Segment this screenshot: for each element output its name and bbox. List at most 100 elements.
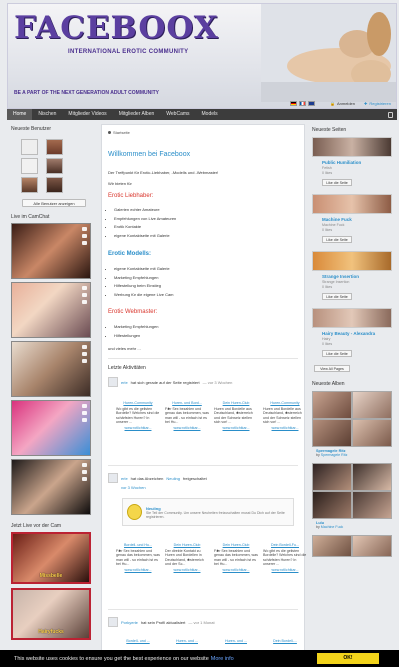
album-image[interactable]: [352, 491, 392, 519]
album-collage[interactable]: [312, 463, 394, 519]
activity-card[interactable]: Dein Bordell-Fu... Wo gibt es die geilst…: [263, 543, 307, 573]
breadcrumb-home[interactable]: Startseite: [113, 130, 130, 135]
cookie-text: This website uses cookies to ensure you …: [14, 655, 209, 662]
heart-icon: [82, 418, 87, 422]
live-camchat-title: Live im CamChat: [11, 214, 50, 220]
album-image[interactable]: [312, 491, 352, 519]
activity-card[interactable]: Dein Huren-Club Huren und Bordelle aus D…: [214, 401, 258, 431]
activity-card[interactable]: Huren- und ...: [165, 639, 209, 645]
cam-thumbnail[interactable]: [11, 400, 91, 456]
user-avatar[interactable]: [46, 177, 63, 193]
activity-user-link[interactable]: erle: [121, 476, 128, 481]
cam-thumbnail[interactable]: [11, 223, 91, 279]
divider: [108, 358, 298, 359]
newest-albums-title: Neueste Alben: [312, 381, 345, 387]
user-avatar[interactable]: [108, 617, 118, 627]
flag-fr-icon[interactable]: [299, 101, 306, 106]
live-cam-name: Missbelle: [39, 573, 63, 579]
more-text: und vieles mehr ...: [108, 346, 141, 351]
activity-item: Porkyerle hat sein Profil aktualisiert —…: [108, 617, 215, 627]
user-avatar[interactable]: [21, 177, 38, 193]
album-image[interactable]: [352, 535, 392, 557]
album-image[interactable]: [352, 419, 392, 447]
user-avatar[interactable]: [46, 158, 63, 174]
page-cover-image[interactable]: [312, 251, 392, 271]
page-title-link[interactable]: Public Humiliation: [322, 160, 394, 165]
album-image[interactable]: [352, 463, 392, 491]
album-collage[interactable]: [312, 391, 394, 447]
main-content: Startseite Willkommen bei Faceboox Der T…: [101, 124, 307, 654]
user-avatar[interactable]: [21, 139, 38, 155]
activity-user-link[interactable]: Porkyerle: [121, 620, 138, 625]
user-avatar[interactable]: [46, 139, 63, 155]
activity-card[interactable]: Dein Bordell-...: [263, 639, 307, 645]
activity-user-link[interactable]: erle: [121, 380, 128, 385]
album-image[interactable]: [312, 535, 352, 557]
breadcrumb: Startseite: [108, 130, 130, 135]
view-all-pages-button[interactable]: View All Pages: [314, 365, 350, 372]
webmaster-list: Marketing Empfehlungen Hilfestellungen: [114, 323, 158, 340]
nav-webcams[interactable]: WebCams: [160, 109, 195, 120]
activities-title: Letzte Aktivitäten: [108, 365, 146, 371]
nav-member-albums[interactable]: Mitglieder Alben: [113, 109, 161, 120]
live-cam-thumbnail[interactable]: Missbelle: [11, 532, 91, 584]
cam-thumbnail[interactable]: [11, 282, 91, 338]
page-cover-image[interactable]: [312, 194, 392, 214]
album-image[interactable]: [312, 419, 352, 447]
activity-cards: Bordell- und ... Huren- und ... Huren- u…: [116, 639, 307, 645]
like-page-button[interactable]: Like die Seite: [322, 293, 352, 300]
page-cover-image[interactable]: [312, 137, 392, 157]
page-title-link[interactable]: Hairy Beauty - Alexandra: [322, 331, 394, 336]
page-title-link[interactable]: Machine Fuck: [322, 217, 394, 222]
nav-member-videos[interactable]: Mitglieder Videos: [62, 109, 112, 120]
cookie-more-info-link[interactable]: More info: [211, 656, 234, 662]
activity-card[interactable]: Huren-Community Wo gibt es die geilsten …: [116, 401, 160, 431]
activity-item: erle hat sich gerade auf der Seite regis…: [108, 377, 232, 387]
nav-home[interactable]: Home: [7, 109, 33, 120]
album-image[interactable]: [352, 391, 392, 419]
cam-thumbnail[interactable]: [11, 341, 91, 397]
activity-time: vor 3 Wochen: [121, 485, 146, 490]
live-cam-thumbnail[interactable]: Hairyfucks: [11, 588, 91, 640]
like-page-button[interactable]: Like die Seite: [322, 350, 352, 357]
site-logo[interactable]: FACEBOOX: [14, 10, 219, 46]
activity-item: erle hat das Abzeichen Neuling freigesch…: [108, 473, 207, 483]
activity-card[interactable]: Dein Huren-Club Der direkte Kontakt zu H…: [165, 543, 209, 573]
activity-card[interactable]: Bordell- und ...: [116, 639, 160, 645]
activity-card[interactable]: Dein Huren-Club F✱r Sex bezahlen und gen…: [214, 543, 258, 573]
page-title-link[interactable]: Strange Insertion: [322, 274, 394, 279]
album-collage[interactable]: [312, 535, 394, 557]
cam-thumbnail[interactable]: [11, 459, 91, 515]
cookie-ok-button[interactable]: OK!: [317, 653, 379, 664]
badge-card[interactable]: Neuling Sie Teil der Community. Um unser…: [122, 498, 294, 526]
flag-de-icon[interactable]: [290, 101, 297, 106]
user-avatar[interactable]: [108, 473, 118, 483]
welcome-title: Willkommen bei Faceboox: [108, 151, 191, 158]
nav-models[interactable]: Models: [196, 109, 224, 120]
page-cover-image[interactable]: [312, 308, 392, 328]
show-all-users-button[interactable]: Alle Benutzer anzeigen: [22, 199, 86, 207]
user-avatar[interactable]: [21, 158, 38, 174]
login-link[interactable]: 🔒 Anmelden: [330, 101, 355, 106]
album-image[interactable]: [312, 463, 352, 491]
device-icon[interactable]: [388, 111, 393, 118]
section-title-lovers: Erotic Liebhaber:: [108, 193, 154, 199]
activity-cards: Huren-Community Wo gibt es die geilsten …: [116, 401, 307, 431]
nav-nischen[interactable]: Nischen: [32, 109, 62, 120]
activity-card[interactable]: Huren- und ...: [214, 639, 258, 645]
user-avatar[interactable]: [108, 377, 118, 387]
divider: [108, 465, 298, 466]
badge-link[interactable]: Neuling: [166, 476, 180, 481]
list-item: eigene Kontaktseite mit Galerie: [114, 232, 176, 241]
activity-card[interactable]: Bordell- und Hu... F✱r Sex bezahlen und …: [116, 543, 160, 573]
activity-card[interactable]: Huren- und Bord... F✱r Sex bezahlen und …: [165, 401, 209, 431]
like-page-button[interactable]: Like die Seite: [322, 236, 352, 243]
lock-icon: 🔒: [330, 101, 335, 106]
activity-card[interactable]: Huren-Community Huren und Bordelle aus D…: [263, 401, 307, 431]
flag-uk-icon[interactable]: [308, 101, 315, 106]
language-flags: [290, 101, 315, 106]
list-item: Galerien echter Amateure: [114, 206, 176, 215]
like-page-button[interactable]: Like die Seite: [322, 179, 352, 186]
album-image[interactable]: [312, 391, 352, 419]
register-link[interactable]: ✚ Registrieren: [364, 101, 391, 106]
